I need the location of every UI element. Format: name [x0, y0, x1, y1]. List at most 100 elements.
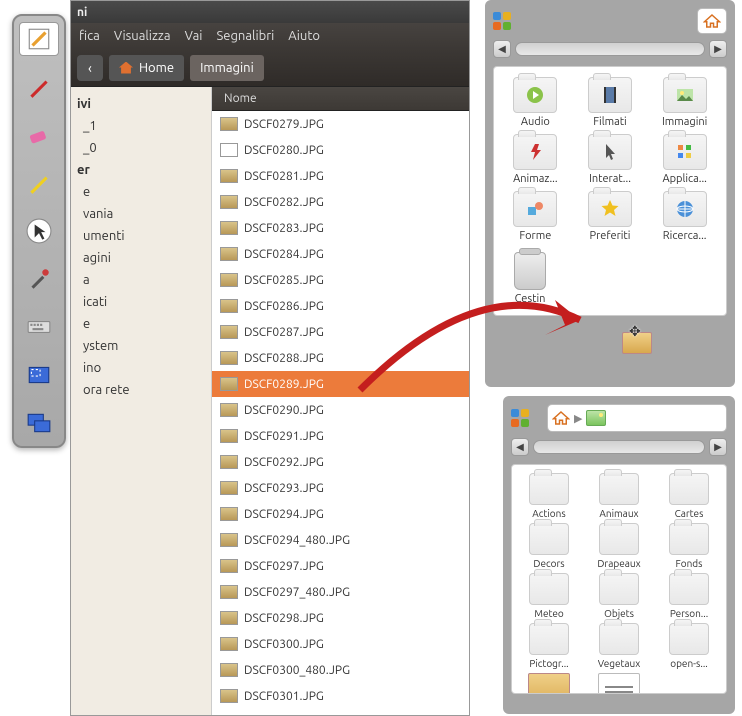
file-row[interactable]: DSCF0281.JPG — [212, 163, 469, 189]
sidebar-item[interactable]: _0 — [75, 137, 207, 159]
column-header-name[interactable]: Nome — [212, 87, 469, 111]
library-file[interactable]: wiild.pdf — [586, 673, 652, 694]
menu-item[interactable]: Vai — [185, 29, 203, 43]
library-folder[interactable]: Immagini — [649, 77, 720, 128]
file-thumbnail-icon — [220, 377, 238, 391]
file-row[interactable]: DSCF0289.JPG — [212, 371, 469, 397]
library-subfolder[interactable]: Person... — [656, 573, 722, 619]
file-row[interactable]: DSCF0292.JPG — [212, 449, 469, 475]
library-subfolder[interactable]: Drapeaux — [586, 523, 652, 569]
library-folder[interactable]: Filmati — [575, 77, 646, 128]
library-folder[interactable]: Animaz... — [500, 134, 571, 185]
file-row[interactable]: DSCF0282.JPG — [212, 189, 469, 215]
folder-label: Cartes — [675, 508, 704, 519]
tool-pen[interactable] — [19, 70, 59, 104]
library-subfolder[interactable]: Pictogr... — [516, 623, 582, 669]
sidebar-item[interactable]: _1 — [75, 115, 207, 137]
file-row[interactable]: DSCF0279.JPG — [212, 111, 469, 137]
menu-item[interactable]: Visualizza — [114, 29, 171, 43]
sidebar-item[interactable]: icati — [75, 291, 207, 313]
sidebar-item[interactable]: agini — [75, 247, 207, 269]
library-folder[interactable]: Interat... — [575, 134, 646, 185]
breadcrumb-current[interactable]: Immagini — [190, 55, 264, 81]
scroll-bar[interactable]: ◀ ▶ — [493, 40, 727, 58]
file-row[interactable]: DSCF0283.JPG — [212, 215, 469, 241]
library-subfolder[interactable]: open-s... — [656, 623, 722, 669]
folder-icon — [513, 134, 557, 170]
folder-label: Vegetaux — [598, 658, 641, 669]
library-folder[interactable]: Ricerca... — [649, 191, 720, 242]
library-subfolder[interactable]: Animaux — [586, 473, 652, 519]
file-row[interactable]: DSCF0290.JPG — [212, 397, 469, 423]
library-subfolder[interactable]: Decors — [516, 523, 582, 569]
file-row[interactable]: DSCF0298.JPG — [212, 605, 469, 631]
file-row[interactable]: DSCF0294_480.JPG — [212, 527, 469, 553]
breadcrumb-home[interactable]: Home — [109, 55, 184, 81]
scroll-right-button[interactable]: ▶ — [709, 438, 727, 456]
file-row[interactable]: DSCF0286.JPG — [212, 293, 469, 319]
library-folder[interactable]: Preferiti — [575, 191, 646, 242]
sidebar-item[interactable]: ora rete — [75, 379, 207, 401]
folder-icon — [669, 573, 709, 605]
tool-screens[interactable] — [19, 406, 59, 440]
library-folder[interactable]: Forme — [500, 191, 571, 242]
library-subfolder[interactable]: Vegetaux — [586, 623, 652, 669]
file-row[interactable]: DSCF0285.JPG — [212, 267, 469, 293]
file-row[interactable]: DSCF0297_480.JPG — [212, 579, 469, 605]
file-row[interactable]: DSCF0284.JPG — [212, 241, 469, 267]
panel-toggle-dots[interactable] — [511, 409, 529, 427]
panel-toggle-dots[interactable] — [493, 12, 511, 30]
nav-toolbar: ‹ Home Immagini — [71, 49, 469, 87]
folder-icon — [663, 191, 707, 227]
tool-highlighter[interactable] — [19, 166, 59, 200]
sidebar-item[interactable]: ino — [75, 357, 207, 379]
scroll-left-button[interactable]: ◀ — [511, 438, 529, 456]
window-titlebar[interactable]: ni — [71, 1, 469, 23]
tool-select-area[interactable] — [19, 358, 59, 392]
sidebar-item[interactable]: ystem — [75, 335, 207, 357]
sidebar-item[interactable]: vania — [75, 203, 207, 225]
tool-note[interactable] — [19, 22, 59, 56]
file-row[interactable]: DSCF0301.JPG — [212, 683, 469, 709]
library-folder[interactable]: Audio — [500, 77, 571, 128]
library-subfolder[interactable]: Fonds — [656, 523, 722, 569]
sidebar-item[interactable]: umenti — [75, 225, 207, 247]
file-row[interactable]: DSCF0300_480.JPG — [212, 657, 469, 683]
sidebar-item[interactable]: e — [75, 181, 207, 203]
sidebar-item[interactable]: e — [75, 313, 207, 335]
sidebar-item[interactable]: a — [75, 269, 207, 291]
scroll-right-button[interactable]: ▶ — [709, 40, 727, 58]
tool-keyboard[interactable] — [19, 310, 59, 344]
file-row[interactable]: DSCF0293.JPG — [212, 475, 469, 501]
library-breadcrumb[interactable]: ▶ — [547, 404, 727, 432]
file-row[interactable]: DSCF0287.JPG — [212, 319, 469, 345]
file-row[interactable]: DSCF0291.JPG — [212, 423, 469, 449]
tool-eyedropper[interactable] — [19, 262, 59, 296]
file-row[interactable]: DSCF0300.JPG — [212, 631, 469, 657]
back-button[interactable]: ‹ — [77, 55, 103, 81]
file-thumbnail-icon — [220, 195, 238, 209]
trash-item[interactable]: Cestin — [500, 252, 560, 305]
tool-eraser[interactable] — [19, 118, 59, 152]
file-row[interactable]: DSCF0294.JPG — [212, 501, 469, 527]
file-row[interactable]: DSCF0280.JPG — [212, 137, 469, 163]
menu-item[interactable]: Segnalibri — [216, 29, 274, 43]
library-subfolder[interactable]: Actions — [516, 473, 582, 519]
file-name: DSCF0294_480.JPG — [244, 534, 350, 547]
scroll-left-button[interactable]: ◀ — [493, 40, 511, 58]
library-file[interactable]: DSCF0... — [516, 673, 582, 694]
file-row[interactable]: DSCF0288.JPG — [212, 345, 469, 371]
scroll-track[interactable] — [515, 42, 705, 56]
library-home-button[interactable] — [697, 8, 727, 34]
scroll-bar[interactable]: ◀ ▶ — [511, 438, 727, 456]
library-subfolder[interactable]: Cartes — [656, 473, 722, 519]
file-row[interactable]: DSCF0297.JPG — [212, 553, 469, 579]
sidebar-section-header: er — [75, 159, 207, 181]
library-subfolder[interactable]: Meteo — [516, 573, 582, 619]
scroll-track[interactable] — [533, 440, 705, 454]
library-folder[interactable]: Applica... — [649, 134, 720, 185]
menu-item[interactable]: Aiuto — [288, 29, 320, 43]
menu-item[interactable]: fica — [79, 29, 100, 43]
library-subfolder[interactable]: Objets — [586, 573, 652, 619]
tool-pointer[interactable] — [19, 214, 59, 248]
